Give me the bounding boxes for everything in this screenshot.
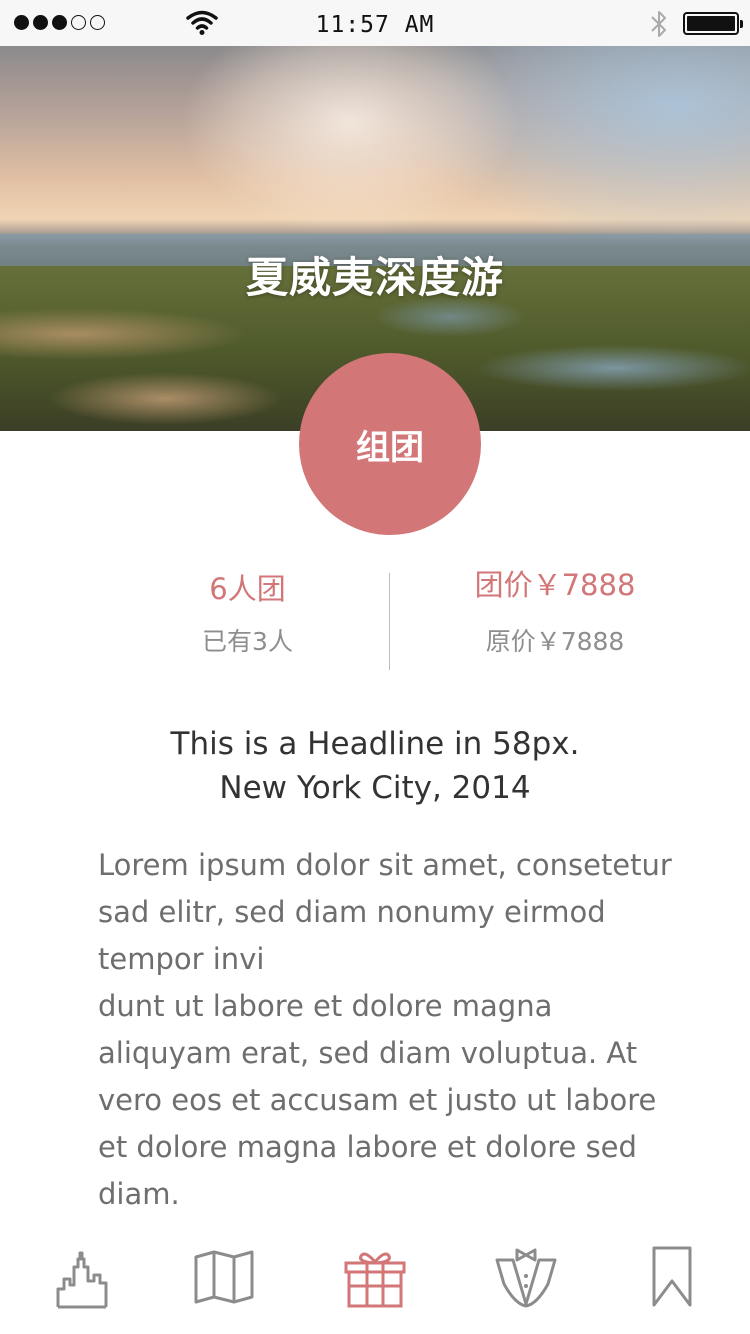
status-bar: 11:57 AM [0,0,750,46]
body-line: et dolore magna labore et dolore sed [98,1130,637,1164]
body-line: dunt ut labore et dolore magna [98,989,553,1023]
bookmark-icon [652,1246,692,1307]
stats-divider [389,573,390,670]
city-icon [56,1251,108,1309]
group-size-stat: 6人团 已有3人 [120,566,375,658]
body-line: aliquyam erat, sed diam voluptua. At [98,1036,638,1070]
tuxedo-icon [495,1248,557,1308]
price-stat: 团价￥7888 原价￥7888 [400,562,710,658]
body-line: vero eos et accusam et justo ut labore [98,1083,657,1117]
join-group-button[interactable]: 组团 [299,353,481,535]
body-paragraph: Lorem ipsum dolor sit amet, consetetur s… [98,842,718,1218]
body-line: sad elitr, sed diam nonumy eirmod [98,895,606,929]
original-price-label: 原价￥7888 [485,627,625,656]
group-size-label: 6人团 [209,572,286,606]
body-line: tempor invi [98,942,265,976]
battery-icon [683,12,743,35]
tab-map[interactable] [189,1242,259,1312]
body-line: diam. [98,1177,180,1211]
hero-title: 夏威夷深度游 [245,253,504,302]
tab-bookmark[interactable] [637,1242,707,1312]
group-price-label: 团价￥7888 [474,568,636,602]
bluetooth-icon [651,11,666,37]
tab-bar [0,1234,750,1334]
joined-count-label: 已有3人 [202,627,293,656]
tab-city[interactable] [47,1242,117,1312]
headline: This is a Headline in 58px. New York Cit… [0,722,750,810]
tab-tuxedo[interactable] [491,1242,561,1312]
headline-line: New York City, 2014 [219,770,531,806]
tab-gift[interactable] [340,1242,410,1312]
map-icon [194,1250,254,1304]
body-line: Lorem ipsum dolor sit amet, consetetur [98,848,672,882]
gift-icon [344,1252,406,1308]
status-time: 11:57 AM [315,12,435,38]
headline-line: This is a Headline in 58px. [170,726,580,762]
